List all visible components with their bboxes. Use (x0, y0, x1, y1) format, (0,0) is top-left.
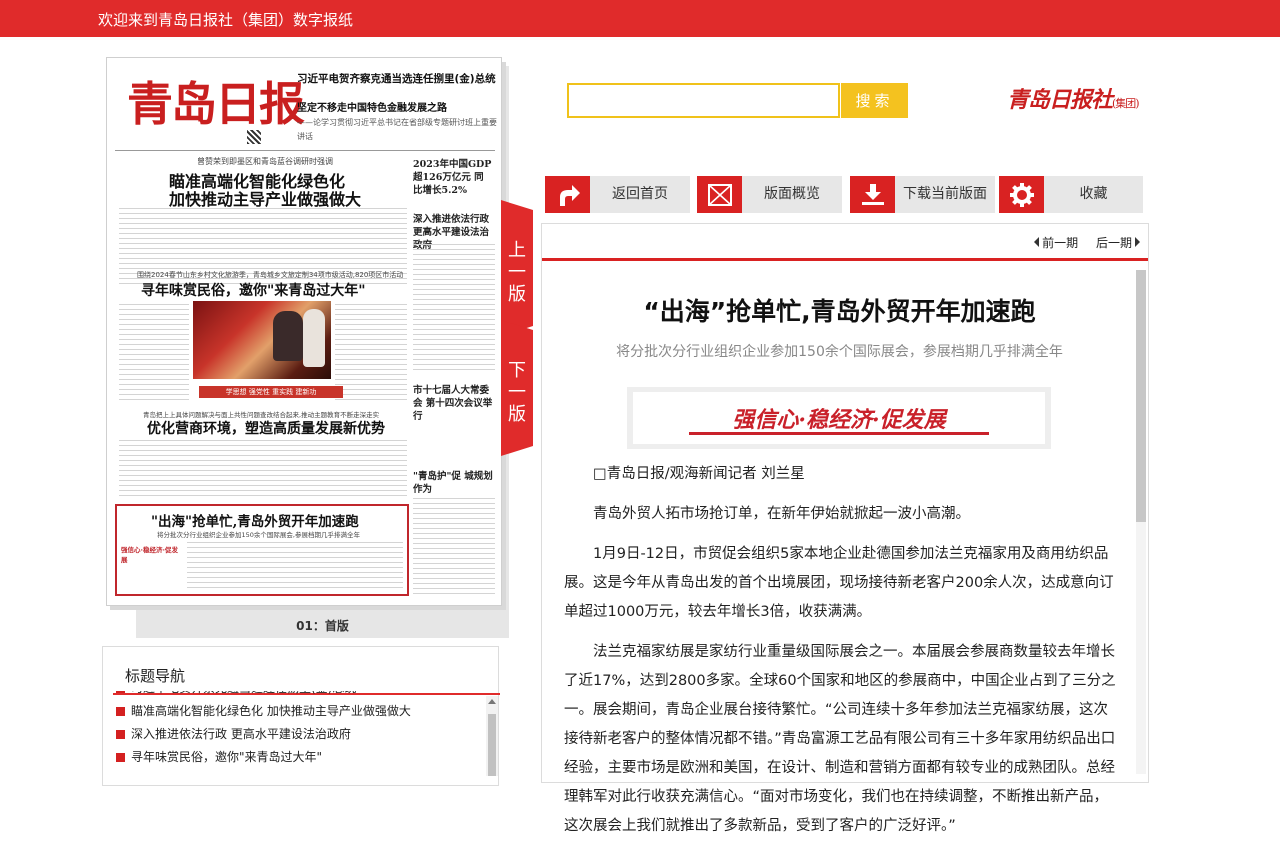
return-arrow-icon (545, 176, 590, 213)
triangle-left-icon (1034, 237, 1040, 247)
panel-divider (542, 258, 1148, 261)
lead-kicker: 曾赞荣到即墨区和青岛蓝谷调研时强调 (197, 157, 333, 166)
nav-title: 标题导航 (125, 667, 186, 685)
second-kicker: ——论学习贯彻习近平总书记在省部级专题研讨班上重要讲话 (297, 118, 497, 141)
overview-grid-icon (697, 176, 742, 213)
divider (115, 150, 495, 151)
home-button[interactable]: 返回首页 (545, 176, 690, 213)
favorite-label: 收藏 (1079, 186, 1108, 202)
gdp-box[interactable]: 2023年中国GDP 超126万亿元 同比增长5.2% (413, 158, 493, 197)
biz-headline[interactable]: 优化营商环境，塑造高质量发展新优势 (147, 418, 385, 438)
prev-issue-link[interactable]: 前一期 (1034, 236, 1078, 250)
next-issue-link[interactable]: 后一期 (1096, 236, 1140, 250)
article-title: “出海”抢单忙,青岛外贸开年加速跑 (643, 297, 1036, 326)
article-byline: □青岛日报/观海新闻记者 刘兰星 (593, 466, 805, 482)
folk-photo (193, 301, 331, 379)
folk-kicker: 围绕2024春节山东乡村文化旅游季，青岛城乡文旅定制34项市级活动,820项区市… (137, 271, 404, 279)
article-paragraph: 1月9日-12日，市贸促会组织5家本地企业赴德国参加法兰克福家用及商用纺织品展。… (564, 546, 1114, 620)
download-button[interactable]: 下载当前版面 (850, 176, 995, 213)
side-headline-2[interactable]: 市十七届人大常委会 第十四次会议举行 (413, 384, 495, 423)
article-body: □青岛日报/观海新闻记者 刘兰星 青岛外贸人拓市场抢订单，在新年伊始就掀起一波小… (564, 460, 1120, 852)
nav-scroll-thumb[interactable] (488, 714, 496, 776)
biz-article-text (119, 440, 407, 498)
scroll-up-arrow-icon[interactable] (488, 699, 496, 704)
masthead-logo: 青岛日报 (127, 77, 305, 131)
article-scrollbar[interactable] (1136, 270, 1146, 774)
top-bar: 欢迎来到青岛日报社（集团）数字报纸 (0, 0, 1280, 37)
search-button[interactable]: 搜索 (841, 83, 908, 118)
headline-nav: 标题导航 习近平电贺齐察克通当选连任捌里(金)总统 瞄准高端化智能化绿色化 加快… (102, 646, 500, 786)
newspaper-page-image[interactable]: 青岛日报 习近平电贺齐察克通当选连任捌里(金)总统 坚定不移走中国特色金融发展之… (106, 57, 502, 606)
issue-pager: 前一期 后一期 (1020, 234, 1140, 251)
folk-article-text (119, 304, 189, 402)
side-headline-3[interactable]: "青岛护"促 城规划作为 (413, 470, 495, 496)
overview-label: 版面概览 (764, 186, 820, 202)
highlight-article-text (187, 542, 403, 592)
brand-logo: 青岛日报社(集团) (1007, 87, 1140, 113)
article-scroll-thumb[interactable] (1136, 270, 1146, 522)
article-banner-text: 强信心·稳经济·促发展 (732, 407, 946, 433)
download-label: 下载当前版面 (903, 186, 987, 202)
qr-code-icon (247, 130, 261, 144)
welcome-text: 欢迎来到青岛日报社（集团）数字报纸 (98, 11, 354, 29)
second-headline[interactable]: 坚定不移走中国特色金融发展之路 (297, 102, 497, 116)
article-subtitle: 将分批次分行业组织企业参加150余个国际展会，参展档期几乎排满全年 (616, 344, 1063, 360)
gear-icon (999, 176, 1044, 213)
page-label: 01：首版 (296, 619, 349, 633)
favorite-button[interactable]: 收藏 (999, 176, 1143, 213)
article-paragraph: 法兰克福家纺展是家纺行业重量级国际展会之一。本届展会参展商数量较去年增长了近17… (564, 644, 1116, 834)
folk-article-text-right (335, 304, 407, 402)
search-input[interactable] (567, 83, 840, 118)
article-panel: 前一期 后一期 “出海”抢单忙,青岛外贸开年加速跑 将分批次分行业组织企业参加1… (541, 223, 1149, 834)
nav-item[interactable]: 寻年味赏民俗，邀你"来青岛过大年" (113, 746, 485, 769)
folk-headline[interactable]: 寻年味赏民俗，邀你"来青岛过大年" (141, 280, 366, 300)
nav-item[interactable]: 深入推进依法行政 更高水平建设法治政府 (113, 723, 485, 746)
nav-item[interactable]: 瞄准高端化智能化绿色化 加快推动主导产业做强做大 (113, 700, 485, 723)
lead-headline-2[interactable]: 加快推动主导产业做强做大 (169, 186, 361, 210)
highlight-kicker: 将分批次分行业组织企业参加150余个国际展会,参展档期几乎排满全年 (157, 531, 360, 539)
article-banner-underline (689, 432, 989, 435)
nav-scrollbar[interactable] (486, 696, 498, 776)
prev-page-tab[interactable]: 上一版 (501, 200, 533, 336)
side-article-text-3 (413, 498, 495, 594)
article-banner: 强信心·稳经济·促发展 (627, 387, 1051, 449)
article-paragraph: 青岛外贸人拓市场抢订单，在新年伊始就掀起一波小高潮。 (593, 506, 970, 522)
nav-item[interactable]: 习近平电贺齐察克通当选连任捌里(金)总统 (113, 691, 485, 700)
highlight-strip: 强信心·稳经济·促发展 (121, 546, 178, 564)
nav-list: 习近平电贺齐察克通当选连任捌里(金)总统 瞄准高端化智能化绿色化 加快推动主导产… (113, 691, 485, 791)
side-article-text (413, 244, 495, 374)
photo-banner: 学思想 强党性 重实践 建新功 (199, 386, 343, 398)
download-icon (850, 176, 895, 213)
home-label: 返回首页 (612, 186, 668, 202)
top-right-news: 习近平电贺齐察克通当选连任捌里(金)总统 坚定不移走中国特色金融发展之路 ——论… (297, 72, 497, 144)
triangle-right-icon (1135, 237, 1140, 247)
top-headline[interactable]: 习近平电贺齐察克通当选连任捌里(金)总统 (297, 72, 497, 86)
next-page-tab[interactable]: 下一版 (501, 320, 533, 456)
overview-button[interactable]: 版面概览 (697, 176, 842, 213)
highlight-headline[interactable]: "出海"抢单忙,青岛外贸开年加速跑 (151, 510, 359, 530)
